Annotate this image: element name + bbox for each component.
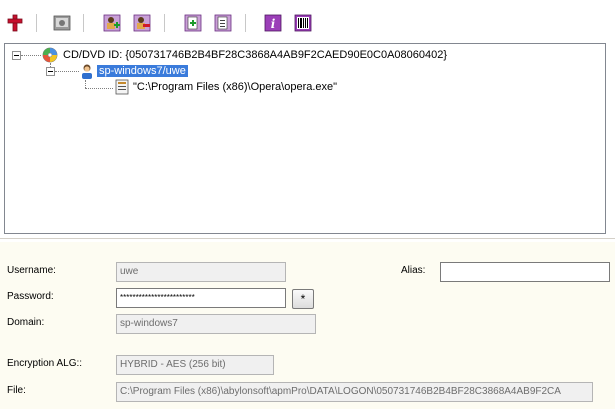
username-label: Username: (7, 265, 56, 276)
alias-field[interactable] (440, 262, 610, 282)
domain-field[interactable]: sp-windows7 (116, 314, 316, 334)
password-field[interactable]: ************************ (116, 288, 286, 308)
remove-document-icon (214, 14, 232, 32)
add-user-button[interactable] (101, 12, 123, 34)
executable-file-icon (115, 79, 129, 98)
file-label: File: (7, 385, 26, 396)
disk-image-button[interactable] (51, 12, 73, 34)
show-password-button[interactable]: * (292, 289, 314, 309)
file-path-field[interactable]: C:\Program Files (x86)\abylonsoft\apmPro… (116, 382, 593, 402)
domain-label: Domain: (7, 317, 45, 328)
info-icon: i (264, 14, 282, 32)
password-label: Password: (7, 291, 54, 302)
tree-connector (55, 71, 79, 72)
details-panel: Username: uwe Alias: Password: *********… (0, 242, 615, 409)
red-cross-button[interactable] (4, 12, 26, 34)
barcode-button[interactable] (292, 12, 314, 34)
tree-node-user-label: sp-windows7/uwe (97, 65, 188, 77)
tree-connector (85, 88, 113, 89)
encryption-field[interactable]: HYBRID - AES (256 bit) (116, 355, 274, 375)
tree-connector (21, 55, 41, 56)
barcode-icon (294, 14, 312, 32)
tree-node-root[interactable]: CD/DVD ID: {050731746B2B4BF28C3868A4AB9F… (63, 48, 447, 62)
tree-node-user[interactable]: sp-windows7/uwe (97, 64, 188, 78)
username-field[interactable]: uwe (116, 262, 286, 282)
toolbar: i (0, 0, 615, 44)
add-user-icon (103, 14, 121, 32)
toolbar-separator (164, 14, 165, 32)
add-document-icon (184, 14, 202, 32)
toolbar-separator (36, 14, 37, 32)
remove-document-button[interactable] (212, 12, 234, 34)
disk-image-icon (53, 14, 71, 32)
tree-connector (85, 80, 86, 88)
remove-user-button[interactable] (131, 12, 153, 34)
red-cross-icon (6, 14, 24, 32)
svg-text:i: i (271, 17, 276, 31)
tree-node-file[interactable]: "C:\Program Files (x86)\Opera\opera.exe" (133, 80, 337, 94)
user-icon (80, 63, 94, 82)
tree-view[interactable]: CD/DVD ID: {050731746B2B4BF28C3868A4AB9F… (4, 43, 606, 234)
toolbar-separator (83, 14, 84, 32)
splitter[interactable] (0, 238, 615, 239)
collapse-toggle-user[interactable] (46, 67, 55, 76)
info-button[interactable]: i (262, 12, 284, 34)
remove-user-icon (133, 14, 151, 32)
toolbar-separator (245, 14, 246, 32)
alias-label: Alias: (401, 265, 426, 276)
add-document-button[interactable] (182, 12, 204, 34)
collapse-toggle-root[interactable] (12, 51, 21, 60)
encryption-label: Encryption ALG:: (7, 358, 83, 369)
